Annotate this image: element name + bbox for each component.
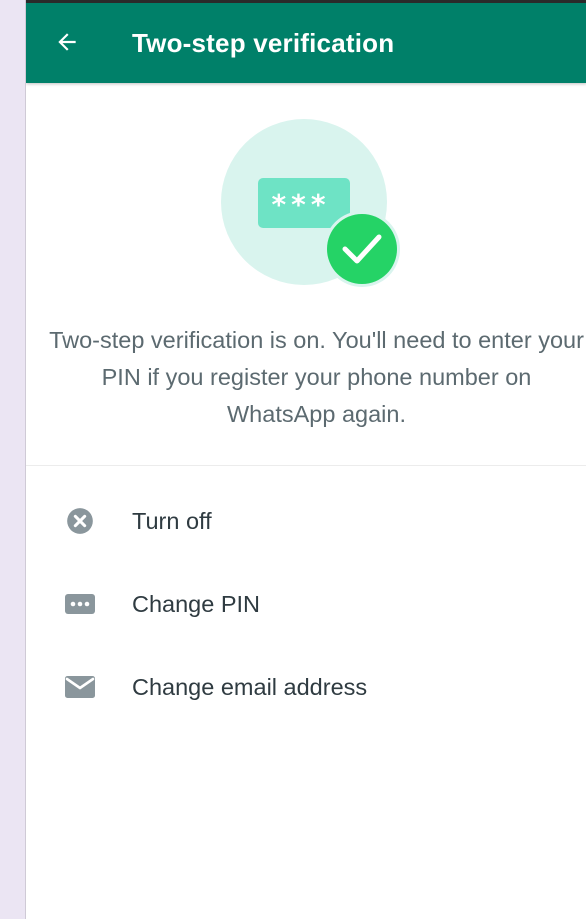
masked-pin-text: *** — [272, 188, 331, 221]
change-pin-label: Change PIN — [132, 590, 261, 617]
email-icon — [64, 671, 96, 703]
pin-dots-icon — [64, 588, 96, 620]
change-email-option[interactable]: Change email address — [26, 652, 586, 722]
app-bar: Two-step verification — [26, 0, 586, 83]
page-title: Two-step verification — [132, 28, 395, 58]
verification-illustration: *** — [221, 118, 401, 288]
screen: Two-step verification *** Two-step verif… — [25, 0, 586, 919]
change-email-label: Change email address — [132, 673, 368, 700]
divider — [26, 465, 586, 466]
back-button[interactable] — [52, 27, 82, 57]
turn-off-label: Turn off — [132, 507, 212, 534]
check-circle-icon — [327, 214, 397, 284]
close-circle-icon — [64, 505, 96, 537]
turn-off-option[interactable]: Turn off — [26, 486, 586, 556]
status-message: Two-step verification is on. You'll need… — [49, 327, 584, 427]
arrow-left-icon — [58, 33, 76, 51]
change-pin-option[interactable]: Change PIN — [26, 569, 586, 639]
